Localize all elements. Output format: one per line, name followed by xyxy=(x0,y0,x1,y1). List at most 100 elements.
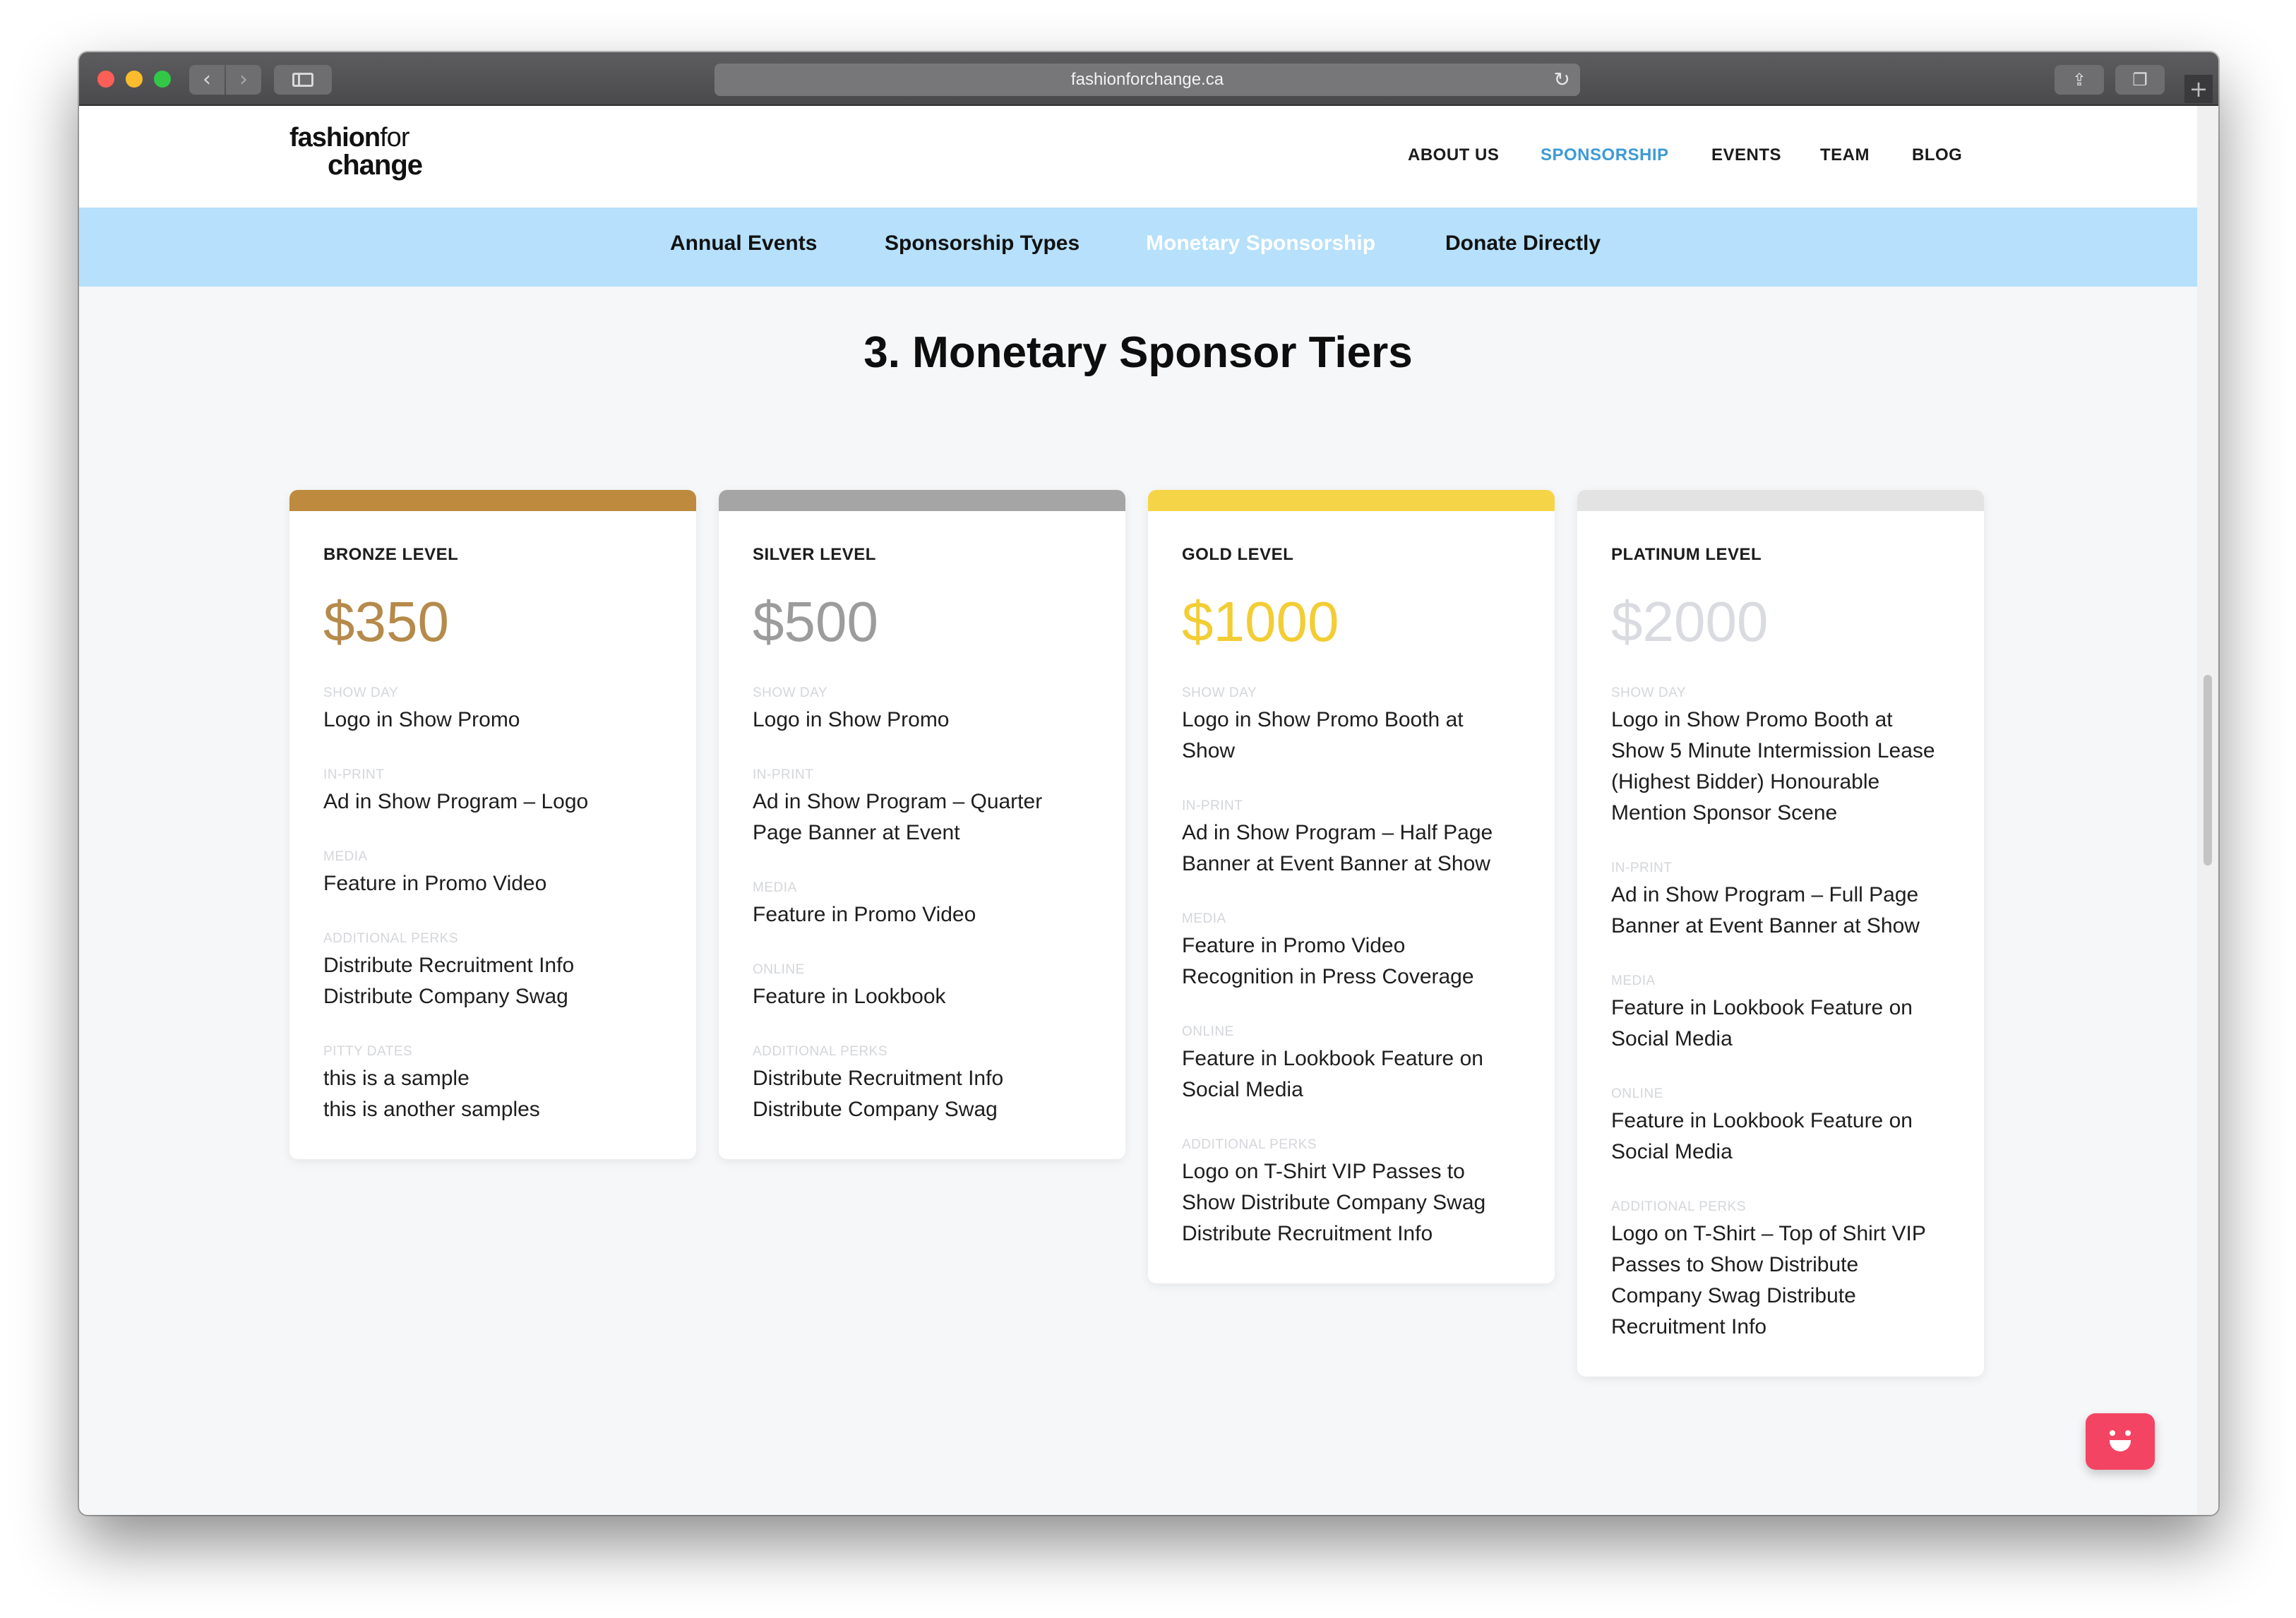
benefit-category-label: ONLINE xyxy=(753,962,805,977)
sponsorship-subnav: Annual Events Sponsorship Types Monetary… xyxy=(79,208,2197,287)
benefit-text: Feature in Promo Video Recognition in Pr… xyxy=(1182,934,1474,988)
benefit-text: Distribute Recruitment Info Distribute C… xyxy=(323,954,575,1008)
tier-color-bar xyxy=(719,490,1125,511)
benefit-text: this is a sample this is another samples xyxy=(323,1067,540,1121)
tier-color-bar xyxy=(1148,490,1555,511)
browser-titlebar: ‹ › fashionforchange.ca ↻ ⇪ ❐ + xyxy=(79,52,2218,106)
address-bar[interactable]: fashionforchange.ca ↻ xyxy=(714,64,1580,96)
benefit-text: Ad in Show Program – Full Page Banner at… xyxy=(1611,883,1920,937)
nav-events[interactable]: EVENTS xyxy=(1711,145,1781,165)
benefit-category-label: MEDIA xyxy=(753,880,797,895)
tier-benefit-group: MEDIA Feature in Promo Video Recognition … xyxy=(1182,911,1521,993)
benefit-text: Ad in Show Program – Half Page Banner at… xyxy=(1182,821,1493,875)
benefit-text: Distribute Recruitment Info Distribute C… xyxy=(753,1067,1004,1121)
share-button[interactable]: ⇪ xyxy=(2055,65,2104,95)
tier-benefit-group: ADDITIONAL PERKS Distribute Recruitment I… xyxy=(753,1043,1092,1125)
tier-benefit-group: ONLINE Feature in Lookbook Feature on Soc… xyxy=(1611,1086,1950,1168)
benefit-category-label: SHOW DAY xyxy=(1611,685,1687,700)
benefit-text: Logo in Show Promo xyxy=(323,708,520,731)
close-window-button[interactable] xyxy=(97,71,114,88)
tier-level-label: BRONZE LEVEL xyxy=(323,545,459,564)
site-logo[interactable]: fashionfor change xyxy=(289,124,423,179)
back-button[interactable]: ‹ xyxy=(189,65,225,95)
tier-benefit-group: MEDIA Feature in Promo Video xyxy=(323,849,662,899)
page-scrollbar[interactable] xyxy=(2197,106,2218,1515)
chat-widget-button[interactable] xyxy=(2086,1413,2155,1470)
tier-price: $500 xyxy=(753,590,878,653)
nav-about-us[interactable]: ABOUT US xyxy=(1408,145,1499,165)
benefit-category-label: MEDIA xyxy=(323,849,368,864)
new-tab-button[interactable]: + xyxy=(2184,75,2213,103)
benefit-text: Logo on T-Shirt – Top of Shirt VIP Passe… xyxy=(1611,1222,1926,1338)
tier-price: $1000 xyxy=(1182,590,1339,653)
benefit-category-label: IN-PRINT xyxy=(1611,861,1673,875)
benefit-text: Feature in Lookbook xyxy=(753,985,946,1008)
minimize-window-button[interactable] xyxy=(126,71,143,88)
tab-overview-button[interactable]: ❐ xyxy=(2115,65,2165,95)
sidebar-icon xyxy=(292,73,313,87)
tier-level-label: PLATINUM LEVEL xyxy=(1611,545,1762,564)
logo-line-1: fashionfor xyxy=(289,124,422,151)
site-header: fashionfor change ABOUT US SPONSORSHIP E… xyxy=(79,106,2197,208)
subnav-sponsorship-types[interactable]: Sponsorship Types xyxy=(885,232,1080,256)
benefit-text: Feature in Lookbook Feature on Social Me… xyxy=(1611,1109,1913,1163)
reload-icon[interactable]: ↻ xyxy=(1554,64,1570,96)
sidebar-toggle-button[interactable] xyxy=(274,65,332,95)
logo-word-fashion: fashion xyxy=(289,123,381,152)
tier-benefit-group: ONLINE Feature in Lookbook Feature on Soc… xyxy=(1182,1024,1521,1105)
tier-card-body: PLATINUM LEVEL $2000 SHOW DAY Logo in Show … xyxy=(1577,511,1984,1377)
tier-benefit-group: ADDITIONAL PERKS Logo on T-Shirt – Top of… xyxy=(1611,1199,1950,1343)
tier-card-body: BRONZE LEVEL $350 SHOW DAY Logo in Show Pro… xyxy=(289,511,696,1159)
benefit-category-label: IN-PRINT xyxy=(753,767,814,782)
tier-card-body: SILVER LEVEL $500 SHOW DAY Logo in Show Pro… xyxy=(719,511,1125,1159)
chat-face-icon-eye-right xyxy=(2125,1430,2131,1436)
subnav-annual-events[interactable]: Annual Events xyxy=(670,232,817,256)
browser-window: ‹ › fashionforchange.ca ↻ ⇪ ❐ + fashionf… xyxy=(79,52,2218,1515)
plus-icon: + xyxy=(2189,76,2208,102)
url-text: fashionforchange.ca xyxy=(1070,70,1224,89)
zoom-window-button[interactable] xyxy=(154,71,171,88)
tier-card-body: GOLD LEVEL $1000 SHOW DAY Logo in Show Prom… xyxy=(1148,511,1555,1283)
tier-card-platinum: PLATINUM LEVEL $2000 SHOW DAY Logo in Show … xyxy=(1577,490,1984,1377)
tier-benefit-group: SHOW DAY Logo in Show Promo xyxy=(323,685,662,736)
subnav-donate-directly[interactable]: Donate Directly xyxy=(1445,232,1601,256)
chat-face-icon-eye-left xyxy=(2110,1430,2115,1436)
tier-card-bronze: BRONZE LEVEL $350 SHOW DAY Logo in Show Pro… xyxy=(289,490,696,1159)
tier-benefit-group: SHOW DAY Logo in Show Promo Booth at Show xyxy=(1182,685,1521,767)
tier-benefit-group: SHOW DAY Logo in Show Promo Booth at Show… xyxy=(1611,685,1950,829)
nav-sponsorship[interactable]: SPONSORSHIP xyxy=(1541,145,1669,165)
benefit-category-label: ADDITIONAL PERKS xyxy=(1182,1137,1317,1152)
benefit-category-label: ADDITIONAL PERKS xyxy=(753,1044,888,1059)
benefit-text: Ad in Show Program – Quarter Page Banner… xyxy=(753,790,1043,844)
chevron-right-icon: › xyxy=(239,67,248,92)
forward-button[interactable]: › xyxy=(226,65,261,95)
tier-benefit-group: SHOW DAY Logo in Show Promo xyxy=(753,685,1092,736)
benefit-category-label: SHOW DAY xyxy=(323,685,399,700)
benefit-category-label: ONLINE xyxy=(1611,1086,1663,1101)
benefit-text: Logo in Show Promo xyxy=(753,708,950,731)
screenshot-stage: ‹ › fashionforchange.ca ↻ ⇪ ❐ + fashionf… xyxy=(0,0,2296,1618)
benefit-text: Logo in Show Promo Booth at Show xyxy=(1182,708,1464,762)
nav-blog[interactable]: BLOG xyxy=(1912,145,1962,165)
benefit-category-label: IN-PRINT xyxy=(1182,798,1243,813)
tier-color-bar xyxy=(1577,490,1984,511)
benefit-text: Feature in Promo Video xyxy=(323,872,547,895)
benefit-category-label: SHOW DAY xyxy=(753,685,828,700)
tier-card-gold: GOLD LEVEL $1000 SHOW DAY Logo in Show Prom… xyxy=(1148,490,1555,1283)
benefit-text: Feature in Promo Video xyxy=(753,903,976,926)
chat-face-icon-mouth xyxy=(2110,1440,2131,1451)
tier-price: $2000 xyxy=(1611,590,1769,653)
nav-team[interactable]: TEAM xyxy=(1820,145,1870,165)
tier-color-bar xyxy=(289,490,696,511)
tier-benefit-group: ADDITIONAL PERKS Distribute Recruitment I… xyxy=(323,930,662,1012)
tier-benefit-group: IN-PRINT Ad in Show Program – Quarter Pag… xyxy=(753,767,1092,849)
tier-card-silver: SILVER LEVEL $500 SHOW DAY Logo in Show Pro… xyxy=(719,490,1125,1159)
tier-benefit-group: MEDIA Feature in Lookbook Feature on Soci… xyxy=(1611,973,1950,1055)
tier-benefit-group: IN-PRINT Ad in Show Program – Full Page B… xyxy=(1611,860,1950,942)
subnav-monetary-sponsorship[interactable]: Monetary Sponsorship xyxy=(1146,232,1375,256)
benefit-text: Logo in Show Promo Booth at Show 5 Minut… xyxy=(1611,708,1935,825)
benefit-text: Feature in Lookbook Feature on Social Me… xyxy=(1182,1047,1483,1101)
share-icon: ⇪ xyxy=(2071,70,2087,90)
tier-benefit-group: ONLINE Feature in Lookbook xyxy=(753,961,1092,1012)
scrollbar-thumb[interactable] xyxy=(2204,675,2212,865)
